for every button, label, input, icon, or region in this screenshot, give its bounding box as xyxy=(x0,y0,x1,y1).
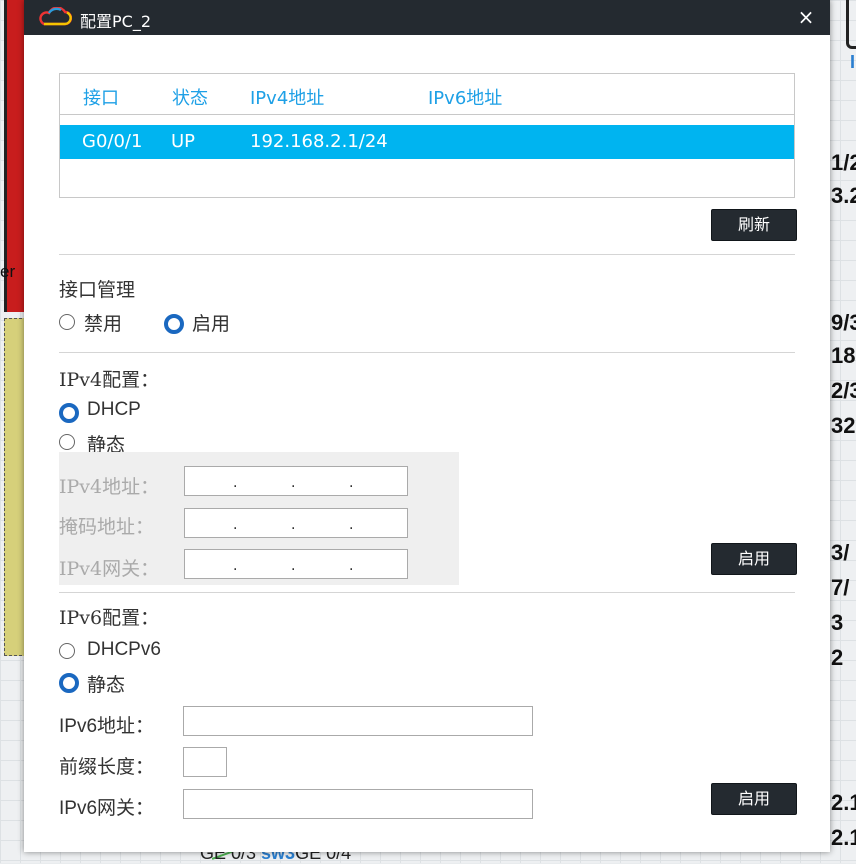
table-row[interactable]: G0/0/1 UP 192.168.2.1/24 xyxy=(60,125,794,159)
ipv6-gateway-label: IPv6网关： xyxy=(59,798,155,819)
topology-right-label: 18 xyxy=(831,343,856,368)
ip-dot: . xyxy=(233,475,238,491)
mask-label: 掩码地址： xyxy=(59,516,155,538)
topology-device-right xyxy=(846,0,856,49)
topology-right-label: 2.1 xyxy=(831,825,856,850)
topology-right-label: 32 xyxy=(831,413,856,438)
column-header-status: 状态 xyxy=(172,88,208,109)
ipv4-config-title: IPv4配置： xyxy=(59,369,160,391)
dialog-titlebar[interactable]: 配置PC_2 × xyxy=(24,0,830,35)
cell-ipv4: 192.168.2.1/24 xyxy=(250,131,388,152)
cloud-logo-icon xyxy=(36,6,73,31)
refresh-button[interactable]: 刷新 xyxy=(711,209,797,241)
topology-right-blue-label: I xyxy=(850,52,856,72)
enable-radio-label[interactable]: 启用 xyxy=(192,309,230,336)
interface-table: 接口 状态 IPv4地址 IPv6地址 G0/0/1 UP 192.168.2.… xyxy=(59,73,795,198)
ipv6-dhcpv6-radio[interactable] xyxy=(59,643,75,659)
enable-radio[interactable] xyxy=(164,314,184,334)
ip-dot: . xyxy=(349,558,354,574)
ipv4-gateway-input[interactable]: . . . xyxy=(184,549,408,579)
divider xyxy=(59,592,795,593)
config-dialog: 配置PC_2 × 接口 状态 IPv4地址 IPv6地址 G0/0/1 UP 1… xyxy=(24,0,830,852)
ipv4-address-input[interactable]: . . . xyxy=(184,466,408,496)
ipv6-dhcpv6-label[interactable]: DHCPv6 xyxy=(87,639,161,661)
divider xyxy=(59,254,795,255)
topology-edge-label: er xyxy=(0,262,16,281)
prefix-length-input[interactable] xyxy=(183,747,227,777)
cell-status: UP xyxy=(171,131,196,152)
topology-right-label: 1/2 xyxy=(831,150,856,175)
column-header-interface: 接口 xyxy=(83,88,119,109)
mask-input[interactable]: . . . xyxy=(184,508,408,538)
ip-dot: . xyxy=(291,475,296,491)
ipv4-address-label: IPv4地址： xyxy=(59,476,160,498)
ip-dot: . xyxy=(291,558,296,574)
disable-radio[interactable] xyxy=(59,314,75,330)
ipv6-gateway-input[interactable] xyxy=(183,789,533,819)
topology-right-label: 2/3 xyxy=(831,378,856,403)
ip-dot: . xyxy=(291,517,296,533)
ip-dot: . xyxy=(349,517,354,533)
divider xyxy=(59,352,795,353)
topology-right-label: 2 xyxy=(831,645,844,670)
ipv4-enable-button[interactable]: 启用 xyxy=(711,543,797,575)
ipv6-static-label[interactable]: 静态 xyxy=(87,670,125,697)
topology-right-label: 3/ xyxy=(831,540,850,565)
ipv6-enable-button[interactable]: 启用 xyxy=(711,783,797,815)
topology-right-label: 3.2 xyxy=(831,183,856,208)
ipv4-gateway-label: IPv4网关： xyxy=(59,558,160,580)
topology-right-label: 3 xyxy=(831,610,844,635)
prefix-length-label: 前缀长度： xyxy=(59,756,155,778)
ip-dot: . xyxy=(349,475,354,491)
topology-right-label: 7/ xyxy=(831,575,850,600)
table-header: 接口 状态 IPv4地址 IPv6地址 xyxy=(60,74,794,115)
dialog-title: 配置PC_2 xyxy=(80,12,152,31)
interface-mgmt-title: 接口管理 xyxy=(59,279,136,301)
ip-dot: . xyxy=(233,558,238,574)
ipv6-address-label: IPv6地址： xyxy=(59,716,155,737)
column-header-ipv4: IPv4地址 xyxy=(250,88,325,109)
topology-right-label: 2.1 xyxy=(831,790,856,815)
cell-interface: G0/0/1 xyxy=(82,131,143,152)
ipv6-address-input[interactable] xyxy=(183,706,533,736)
ipv4-dhcp-label[interactable]: DHCP xyxy=(87,399,141,421)
ip-dot: . xyxy=(233,517,238,533)
ipv4-static-radio[interactable] xyxy=(59,434,75,450)
ipv6-static-radio[interactable] xyxy=(59,673,79,693)
disable-radio-label[interactable]: 禁用 xyxy=(84,309,122,336)
close-button[interactable]: × xyxy=(796,5,816,29)
ipv4-dhcp-radio[interactable] xyxy=(59,403,79,423)
topology-right-label: 9/3 xyxy=(831,310,856,335)
column-header-ipv6: IPv6地址 xyxy=(428,88,503,109)
ipv6-config-title: IPv6配置： xyxy=(59,607,160,629)
